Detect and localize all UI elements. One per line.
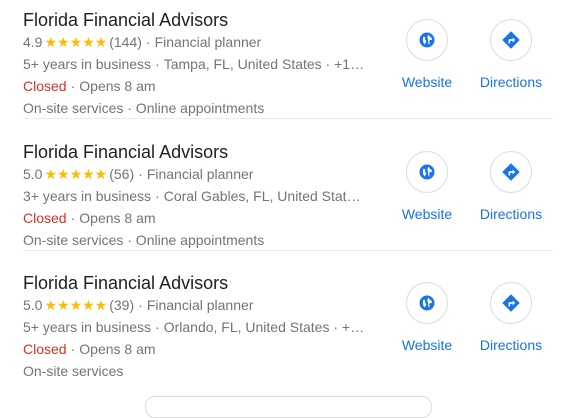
listing-info: Florida Financial Advisors 5.0 ★★★★★ (56) ·… xyxy=(23,141,373,251)
category: Financial planner xyxy=(146,166,254,182)
location: Orlando, FL, United States · +… xyxy=(163,319,365,335)
globe-icon xyxy=(419,32,435,48)
business-name[interactable]: Florida Financial Advisors xyxy=(23,9,373,31)
directions-icon xyxy=(502,294,520,312)
opening-hours: Opens 8 am xyxy=(79,78,156,94)
globe-icon xyxy=(419,164,435,180)
category: Financial planner xyxy=(154,34,262,50)
location: Coral Gables, FL, United Stat… xyxy=(163,188,361,204)
status-closed: Closed xyxy=(23,341,67,357)
rating-value: 5.0 xyxy=(23,297,43,313)
directions-icon-circle[interactable] xyxy=(490,19,532,61)
website-icon-circle[interactable] xyxy=(406,282,448,324)
separator-dot: · xyxy=(145,34,151,50)
hours-line: Closed · Opens 8 am xyxy=(23,207,373,229)
business-name[interactable]: Florida Financial Advisors xyxy=(23,272,373,294)
separator-dot: · xyxy=(70,210,76,226)
website-icon-circle[interactable] xyxy=(406,19,448,61)
years-location-line: 3+ years in business · Coral Gables, FL, U… xyxy=(23,185,373,207)
website-button[interactable]: Website xyxy=(387,19,467,91)
status-closed: Closed xyxy=(23,210,67,226)
services: On-site services · Online appointments xyxy=(23,232,265,248)
listing-info: Florida Financial Advisors 4.9 ★★★★★ (144)… xyxy=(23,9,373,119)
business-listing-3[interactable]: Florida Financial Advisors 5.0 ★★★★★ (39) ·… xyxy=(23,272,553,382)
rating-stars-icon: ★★★★★ xyxy=(44,34,108,50)
business-listing-2[interactable]: Florida Financial Advisors 5.0 ★★★★★ (56) ·… xyxy=(23,141,553,251)
services: On-site services xyxy=(23,363,124,379)
listing-info: Florida Financial Advisors 5.0 ★★★★★ (39) ·… xyxy=(23,272,373,382)
review-count[interactable]: (39) xyxy=(109,297,134,313)
rating-line: 5.0 ★★★★★ (56) · Financial planner xyxy=(23,163,373,185)
directions-label: Directions xyxy=(479,206,543,222)
more-businesses-button[interactable] xyxy=(145,396,432,418)
website-icon-circle[interactable] xyxy=(406,151,448,193)
website-button[interactable]: Website xyxy=(387,151,467,223)
years-location-line: 5+ years in business · Tampa, FL, United S… xyxy=(23,53,373,75)
rating-value: 4.9 xyxy=(23,34,43,50)
separator-dot: · xyxy=(70,341,76,357)
review-count[interactable]: (144) xyxy=(109,34,142,50)
rating-stars-icon: ★★★★★ xyxy=(44,166,108,182)
rating-line: 5.0 ★★★★★ (39) · Financial planner xyxy=(23,294,373,316)
years-location-line: 5+ years in business · Orlando, FL, United… xyxy=(23,316,373,338)
directions-button[interactable]: Directions xyxy=(471,282,551,354)
website-label: Website xyxy=(401,206,453,222)
category: Financial planner xyxy=(146,297,254,313)
globe-icon xyxy=(419,295,435,311)
directions-icon-circle[interactable] xyxy=(490,282,532,324)
website-label: Website xyxy=(401,74,453,90)
status-closed: Closed xyxy=(23,78,67,94)
separator-dot: · xyxy=(138,297,143,313)
website-button[interactable]: Website xyxy=(387,282,467,354)
services: On-site services · Online appointments xyxy=(23,100,265,116)
business-listing-1[interactable]: Florida Financial Advisors 4.9 ★★★★★ (144)… xyxy=(23,9,553,119)
directions-button[interactable]: Directions xyxy=(471,151,551,223)
separator-dot: · xyxy=(155,319,160,335)
opening-hours: Opens 8 am xyxy=(79,341,156,357)
separator-dot: · xyxy=(70,78,76,94)
location: Tampa, FL, United States · +1… xyxy=(163,56,365,72)
directions-icon xyxy=(502,163,520,181)
separator-dot: · xyxy=(155,188,160,204)
opening-hours: Opens 8 am xyxy=(79,210,156,226)
separator-dot: · xyxy=(138,166,143,182)
directions-icon-circle[interactable] xyxy=(490,151,532,193)
rating-value: 5.0 xyxy=(23,166,43,182)
directions-label: Directions xyxy=(479,74,543,90)
directions-icon xyxy=(502,31,520,49)
years-in-business: 5+ years in business xyxy=(23,319,152,335)
business-name[interactable]: Florida Financial Advisors xyxy=(23,141,373,163)
hours-line: Closed · Opens 8 am xyxy=(23,338,373,360)
rating-stars-icon: ★★★★★ xyxy=(44,297,108,313)
hours-line: Closed · Opens 8 am xyxy=(23,75,373,97)
directions-label: Directions xyxy=(479,337,543,353)
rating-line: 4.9 ★★★★★ (144) · Financial planner xyxy=(23,31,373,53)
website-label: Website xyxy=(401,337,453,353)
separator-dot: · xyxy=(155,56,160,72)
years-in-business: 5+ years in business xyxy=(23,56,152,72)
review-count[interactable]: (56) xyxy=(109,166,134,182)
directions-button[interactable]: Directions xyxy=(471,19,551,91)
years-in-business: 3+ years in business xyxy=(23,188,152,204)
